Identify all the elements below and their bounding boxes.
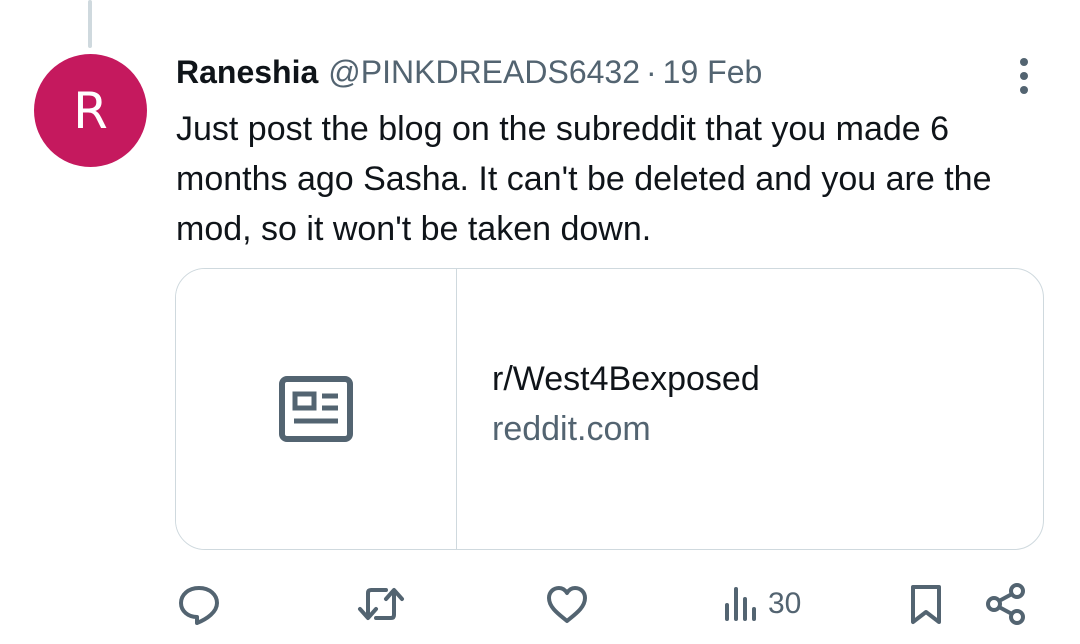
avatar[interactable]: R (34, 54, 147, 167)
link-preview-card[interactable]: r/West4Bexposed reddit.com (175, 268, 1044, 550)
tweet-header: Raneshia @PINKDREADS6432 · 19 Feb (176, 52, 762, 92)
reply-icon (179, 586, 219, 625)
link-card-domain: reddit.com (492, 410, 651, 448)
newspaper-icon (279, 376, 353, 442)
avatar-letter: R (73, 81, 108, 140)
display-name[interactable]: Raneshia (176, 54, 318, 91)
more-options-button[interactable] (1004, 54, 1044, 98)
share-icon (986, 583, 1025, 625)
views-count: 30 (768, 587, 802, 620)
heart-icon (547, 586, 587, 623)
more-vertical-icon (1020, 58, 1028, 94)
retweet-button[interactable] (356, 580, 406, 628)
tweet-text: Just post the blog on the subreddit that… (176, 110, 992, 248)
views-chart-icon (725, 587, 756, 621)
like-button[interactable] (544, 580, 590, 628)
timestamp[interactable]: 19 Feb (663, 54, 763, 91)
bookmark-icon (911, 585, 941, 624)
views-button[interactable]: 30 (722, 580, 801, 628)
link-card-info: r/West4Bexposed reddit.com (457, 269, 1043, 549)
share-button[interactable] (984, 580, 1028, 628)
bookmark-button[interactable] (906, 580, 946, 628)
retweet-icon (358, 588, 404, 620)
link-card-thumbnail (176, 269, 457, 549)
tweet-actions-bar: 30 (0, 580, 1080, 630)
link-card-title: r/West4Bexposed (492, 360, 760, 398)
thread-connector-line (88, 0, 92, 48)
reply-button[interactable] (176, 580, 222, 628)
separator-dot: · (646, 53, 657, 90)
user-handle[interactable]: @PINKDREADS6432 (328, 54, 640, 91)
